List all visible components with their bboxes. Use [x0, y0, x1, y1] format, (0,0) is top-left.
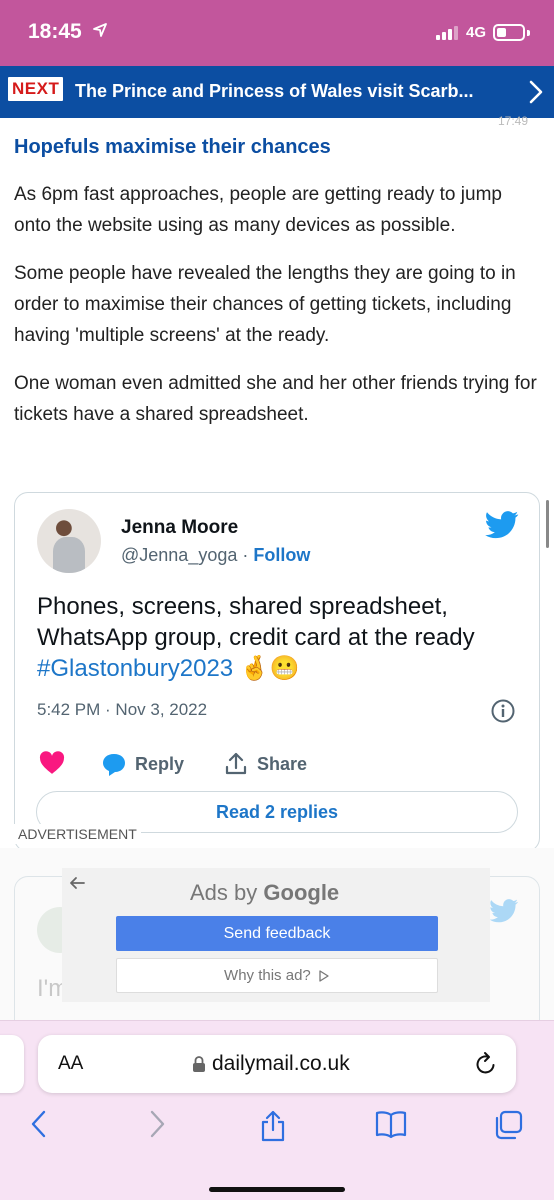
cellular-signal-icon — [436, 26, 458, 40]
tweet-date[interactable]: 5:42 PM · Nov 3, 2022 — [37, 700, 207, 720]
address-bar[interactable]: AA dailymail.co.uk — [38, 1035, 516, 1093]
back-chevron-icon[interactable] — [28, 1109, 50, 1139]
reload-icon[interactable] — [474, 1051, 498, 1077]
follow-link[interactable]: Follow — [253, 545, 310, 565]
back-arrow-icon[interactable] — [66, 872, 88, 894]
post-timestamp: 17:49 — [498, 114, 529, 128]
tweet-handle[interactable]: @Jenna_yoga — [121, 545, 237, 565]
home-indicator[interactable] — [209, 1187, 345, 1192]
share-icon — [225, 752, 247, 775]
location-arrow-icon — [93, 23, 107, 37]
battery-tip — [527, 30, 530, 36]
next-headline[interactable]: The Prince and Princess of Wales visit S… — [75, 81, 515, 102]
twitter-bird-icon — [489, 899, 518, 923]
article-subheading: Hopefuls maximise their chances — [14, 136, 331, 158]
send-feedback-button[interactable]: Send feedback — [116, 916, 438, 951]
share-button[interactable]: Share — [223, 751, 307, 777]
tabs-icon[interactable] — [492, 1109, 524, 1141]
tweet-text: Phones, screens, shared spreadsheet, Wha… — [37, 591, 527, 684]
twitter-bird-icon[interactable] — [485, 511, 519, 539]
browser-toolbar — [0, 1103, 554, 1153]
hashtag-link[interactable]: #Glastonbury2023 — [37, 655, 233, 682]
network-type: 4G — [466, 24, 487, 41]
share-icon[interactable] — [258, 1109, 288, 1143]
ads-by-text: Ads by — [190, 880, 258, 905]
advertisement-label: ADVERTISEMENT — [14, 824, 141, 844]
ads-by-google-panel: Ads by Google Send feedback Why this ad? — [62, 868, 490, 1002]
browser-chrome: AA dailymail.co.uk — [0, 1020, 554, 1200]
article-paragraph: As 6pm fast approaches, people are getti… — [14, 184, 502, 236]
why-this-ad-button[interactable]: Why this ad? — [116, 958, 438, 993]
previous-tab-preview[interactable] — [0, 1035, 24, 1093]
tweet-body: Phones, screens, shared spreadsheet, Wha… — [37, 593, 475, 651]
next-article-bar[interactable]: NEXT The Prince and Princess of Wales vi… — [0, 66, 554, 118]
like-button[interactable] — [39, 751, 65, 775]
tweet-author-handle-row: @Jenna_yoga · Follow — [121, 545, 310, 566]
article-paragraph: Some people have revealed the lengths th… — [14, 263, 516, 346]
heart-icon — [39, 751, 65, 774]
chevron-right-icon[interactable] — [526, 79, 546, 105]
url-text: dailymail.co.uk — [212, 1052, 350, 1075]
tweet-emoji: 🤞😬 — [233, 655, 300, 682]
article-paragraph: One woman even admitted she and her othe… — [14, 373, 537, 425]
tweet-actions: Reply Share — [37, 751, 517, 781]
battery-icon — [493, 24, 525, 41]
url-display[interactable]: dailymail.co.uk — [192, 1052, 350, 1076]
info-icon[interactable] — [490, 698, 516, 724]
reply-bubble-icon — [103, 754, 125, 776]
separator: · — [237, 545, 254, 565]
why-this-ad-label: Why this ad? — [224, 967, 311, 984]
scrollbar[interactable] — [546, 500, 549, 548]
tweet-author-name[interactable]: Jenna Moore — [121, 517, 238, 539]
status-time: 18:45 — [28, 20, 82, 43]
reply-button[interactable]: Reply — [101, 751, 184, 777]
article-body: Hopefuls maximise their chances As 6pm f… — [14, 136, 542, 447]
ads-by-google-title: Ads by Google — [190, 880, 339, 906]
bookmarks-icon[interactable] — [374, 1109, 408, 1139]
lock-icon — [193, 1056, 205, 1072]
adchoices-icon — [319, 970, 329, 982]
status-bar: 18:45 4G — [0, 0, 554, 66]
reply-label: Reply — [135, 753, 185, 774]
text-size-button[interactable]: AA — [58, 1053, 83, 1075]
next-badge: NEXT — [8, 77, 64, 101]
forward-chevron-icon[interactable] — [146, 1109, 168, 1139]
google-wordmark: Google — [263, 880, 340, 905]
avatar[interactable] — [37, 509, 101, 573]
share-label: Share — [257, 753, 308, 774]
embedded-tweet[interactable]: Jenna Moore @Jenna_yoga · Follow Phones,… — [14, 492, 540, 852]
